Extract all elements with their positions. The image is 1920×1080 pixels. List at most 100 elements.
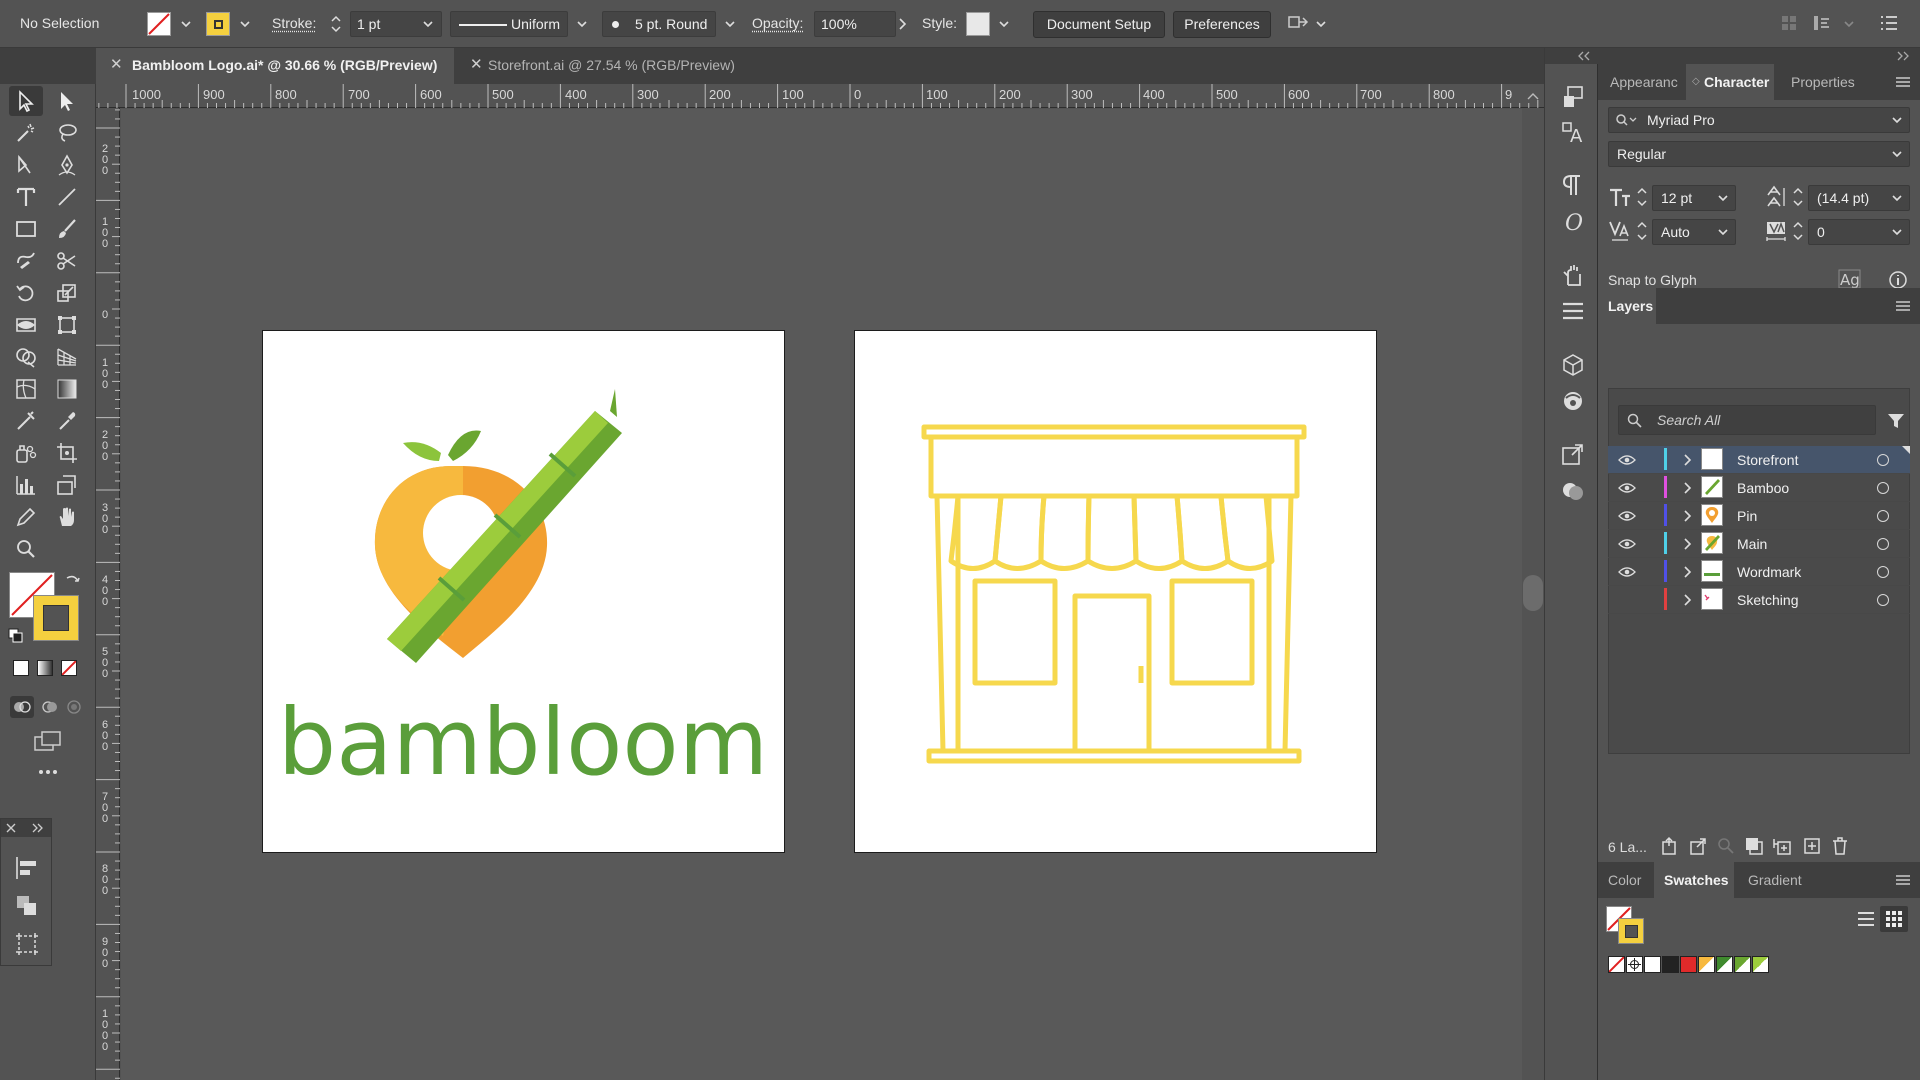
swatch-light-green[interactable]: [1752, 956, 1769, 973]
swatch-none[interactable]: [1608, 956, 1625, 973]
graphic-style-swatch[interactable]: [966, 12, 990, 36]
layer-target-icon[interactable]: [1877, 510, 1889, 522]
opentype-icon[interactable]: O: [1560, 208, 1586, 234]
new-sublayer-icon[interactable]: [1772, 836, 1794, 856]
color-mode-button[interactable]: [13, 660, 29, 676]
swap-fill-stroke-icon[interactable]: [64, 572, 82, 590]
font-size-field[interactable]: 12 pt: [1652, 185, 1736, 211]
stepper-icon[interactable]: [1636, 186, 1648, 208]
list-view-icon[interactable]: [1856, 910, 1876, 928]
layer-target-icon[interactable]: [1877, 454, 1889, 466]
symbols-icon[interactable]: [1560, 388, 1586, 414]
draw-inside-icon[interactable]: [62, 696, 86, 718]
tab-storefront[interactable]: ✕ Storefront.ai @ 27.54 % (RGB/Preview): [456, 48, 778, 84]
eye-icon[interactable]: [1618, 482, 1636, 494]
grid-view-icon[interactable]: [1780, 14, 1798, 32]
chevron-right-icon[interactable]: [1682, 481, 1692, 495]
arrange-documents-icon[interactable]: [1286, 13, 1310, 35]
tracking-field[interactable]: 0: [1808, 219, 1910, 245]
draw-normal-button[interactable]: [10, 696, 34, 718]
locate-object-icon[interactable]: [1716, 836, 1736, 856]
pencil-tool[interactable]: [9, 502, 43, 532]
pen-tool[interactable]: [9, 150, 43, 180]
new-layer-icon[interactable]: [1802, 836, 1822, 856]
eye-icon[interactable]: [1618, 454, 1636, 466]
export-layer-icon[interactable]: [1688, 836, 1708, 856]
kerning-field[interactable]: Auto: [1652, 219, 1736, 245]
gradient-tool[interactable]: [50, 374, 84, 404]
stroke-swatch[interactable]: [206, 12, 230, 36]
font-family-dropdown[interactable]: Myriad Pro: [1608, 107, 1910, 133]
scrollbar-thumb[interactable]: [1523, 575, 1543, 611]
swatch-stroke-indicator[interactable]: [1618, 918, 1644, 944]
shape-builder-tool[interactable]: [9, 342, 43, 372]
layer-row-bamboo[interactable]: Bamboo: [1608, 474, 1910, 502]
screen-mode-icon[interactable]: [32, 728, 64, 754]
rotate-tool[interactable]: [9, 278, 43, 308]
chevron-right-icon[interactable]: [1682, 509, 1692, 523]
filter-icon[interactable]: [1886, 411, 1906, 431]
swatch-orange[interactable]: [1698, 956, 1715, 973]
stroke-indicator[interactable]: [33, 595, 79, 641]
stepper-icon[interactable]: [1792, 220, 1804, 242]
chevron-right-icon[interactable]: [896, 17, 908, 31]
layer-row-main[interactable]: Main: [1608, 530, 1910, 558]
swatch-white[interactable]: [1644, 956, 1661, 973]
color-guide-icon[interactable]: [1560, 478, 1586, 504]
none-mode-button[interactable]: [61, 660, 77, 676]
preferences-button[interactable]: Preferences: [1173, 11, 1271, 38]
chevron-right-icon[interactable]: [1682, 537, 1692, 551]
default-fill-stroke-icon[interactable]: [8, 628, 24, 644]
swatch-red[interactable]: [1680, 956, 1697, 973]
layer-target-icon[interactable]: [1877, 538, 1889, 550]
align-distribute-icon[interactable]: [1560, 298, 1586, 324]
type-tool[interactable]: [9, 182, 43, 212]
leading-field[interactable]: (14.4 pt): [1808, 185, 1910, 211]
asset-export-icon[interactable]: [1560, 84, 1586, 110]
brush-dropdown[interactable]: 5 pt. Round: [602, 11, 716, 37]
panel-menu-icon[interactable]: [1896, 301, 1910, 311]
font-style-dropdown[interactable]: Regular: [1608, 141, 1910, 167]
rectangle-tool[interactable]: [9, 214, 43, 244]
document-setup-button[interactable]: Document Setup: [1033, 11, 1165, 38]
gradient-mode-button[interactable]: [37, 660, 53, 676]
paragraph-icon[interactable]: [1560, 172, 1586, 198]
eye-icon[interactable]: [1618, 538, 1636, 550]
paintbrush-tool[interactable]: [50, 214, 84, 244]
scissors-tool[interactable]: [50, 246, 84, 276]
tab-color[interactable]: Color: [1608, 862, 1641, 898]
collect-export-icon[interactable]: [1660, 836, 1680, 856]
info-icon[interactable]: [1888, 270, 1908, 290]
tab-layers[interactable]: Layers: [1598, 288, 1656, 324]
close-icon[interactable]: [6, 823, 16, 833]
close-tab-icon[interactable]: ✕: [110, 48, 123, 82]
grid-view-button[interactable]: [1880, 906, 1908, 932]
puppet-warp-icon[interactable]: [1560, 262, 1586, 288]
chevron-down-icon[interactable]: [997, 17, 1011, 31]
lasso-tool[interactable]: [50, 118, 84, 148]
draw-behind-icon[interactable]: [38, 696, 62, 718]
tab-character[interactable]: ◇ Character: [1686, 64, 1774, 100]
tab-swatches[interactable]: Swatches: [1654, 862, 1734, 898]
free-transform-tool[interactable]: [50, 310, 84, 340]
collapse-chevrons-icon[interactable]: [1896, 51, 1910, 61]
zoom-tool[interactable]: [9, 534, 43, 564]
expand-chevrons-icon[interactable]: [31, 823, 43, 833]
horizontal-ruler[interactable]: 1000 900 800 700 600 500 400 300 200 100…: [96, 84, 1544, 108]
links-export-icon[interactable]: [1560, 442, 1586, 468]
trash-icon[interactable]: [1830, 836, 1850, 856]
chevron-down-icon[interactable]: [238, 17, 252, 31]
selection-tool[interactable]: [9, 86, 43, 116]
stepper-icon[interactable]: [1792, 186, 1804, 208]
chevron-down-icon[interactable]: [1842, 17, 1856, 31]
hand-tool[interactable]: [50, 502, 84, 532]
canvas[interactable]: bambloom: [121, 109, 1522, 1080]
panel-menu-icon[interactable]: [1880, 15, 1898, 31]
tab-bambloom-logo[interactable]: ✕ Bambloom Logo.ai* @ 30.66 % (RGB/Previ…: [96, 48, 454, 84]
swatch-registration[interactable]: [1626, 956, 1643, 973]
layer-row-sketching[interactable]: Sketching: [1608, 586, 1910, 614]
stepper-icon[interactable]: [330, 14, 342, 34]
panel-menu-icon[interactable]: [1896, 77, 1910, 87]
swatch-black[interactable]: [1662, 956, 1679, 973]
close-tab-icon[interactable]: ✕: [470, 48, 483, 82]
